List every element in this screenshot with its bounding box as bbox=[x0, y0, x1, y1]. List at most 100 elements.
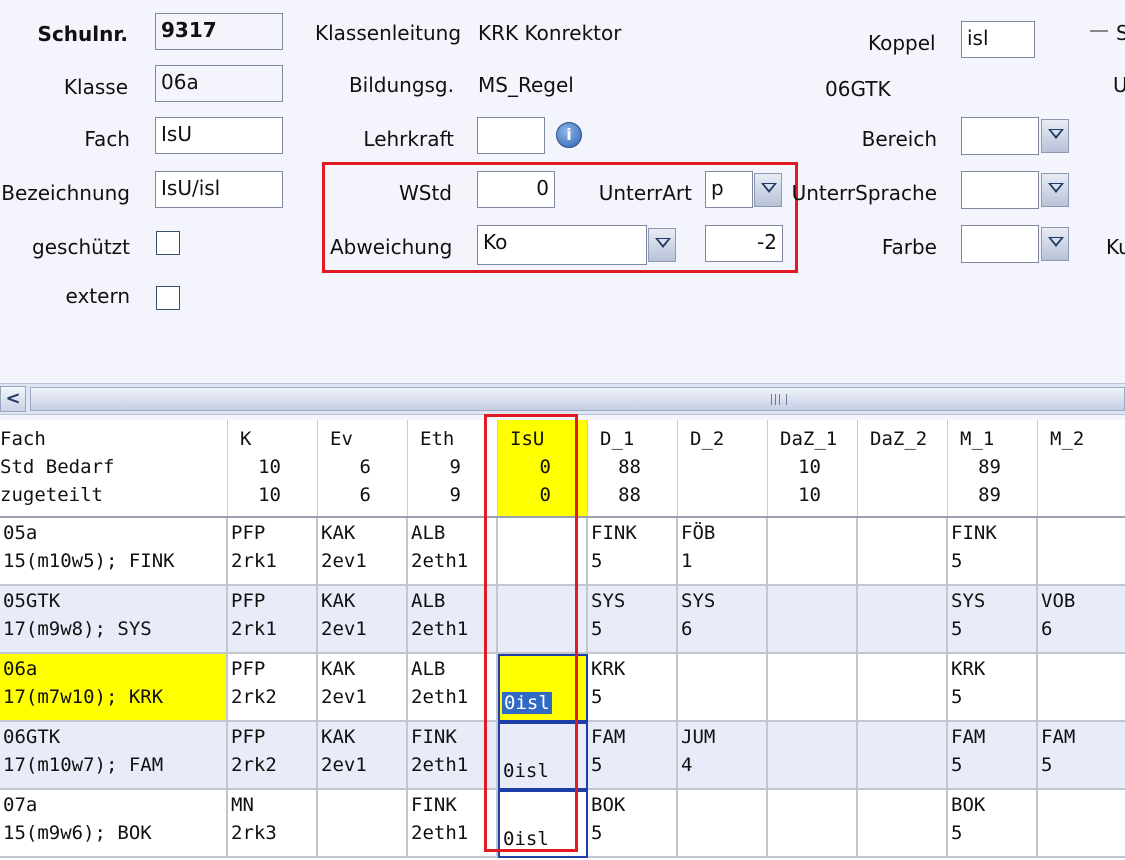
abweichung-select[interactable]: Ko bbox=[477, 225, 647, 265]
column-header-ev[interactable]: Ev 6 6 bbox=[318, 420, 408, 516]
column-zugeteilt: 10 bbox=[798, 484, 821, 506]
info-icon[interactable]: i bbox=[556, 122, 582, 148]
grid-cell[interactable]: KAK 2ev1 bbox=[318, 722, 408, 790]
column-bedarf: 9 bbox=[449, 456, 461, 478]
klassenleitung-value: KRK Konrektor bbox=[478, 21, 622, 45]
row-info: 15(m10w5); FINK bbox=[3, 550, 175, 572]
cell-teacher: SYS bbox=[591, 590, 626, 612]
bereich-select[interactable] bbox=[961, 117, 1039, 155]
koppel-field[interactable]: isl bbox=[961, 21, 1035, 58]
cell-hours: 2eth1 bbox=[411, 754, 469, 776]
fach-field[interactable]: IsU bbox=[155, 117, 283, 154]
farbe-select[interactable] bbox=[961, 225, 1039, 263]
grid-cell[interactable]: SYS 6 bbox=[678, 586, 768, 654]
unterrart-label: UnterrArt bbox=[598, 181, 692, 205]
grid-cell[interactable] bbox=[768, 518, 858, 586]
geschuetzt-checkbox[interactable] bbox=[156, 231, 180, 255]
bereich-dropdown-icon[interactable] bbox=[1041, 119, 1069, 153]
scroll-grip-icon bbox=[771, 394, 787, 405]
grid-cell[interactable]: FAM 5 bbox=[588, 722, 678, 790]
abweichung-dropdown-icon[interactable] bbox=[648, 228, 676, 262]
gtk-text: 06GTK bbox=[825, 77, 891, 101]
grid-cell[interactable] bbox=[768, 654, 858, 722]
row-header-06a[interactable]: 06a 17(m7w10); KRK bbox=[0, 654, 228, 722]
grid-cell[interactable]: PFP 2rk2 bbox=[228, 654, 318, 722]
grid-cell[interactable]: FINK 5 bbox=[588, 518, 678, 586]
unterrsprache-select[interactable] bbox=[961, 171, 1039, 209]
unterrsprache-dropdown-icon[interactable] bbox=[1041, 173, 1069, 207]
column-name: DaZ_2 bbox=[870, 428, 928, 450]
column-header-d_1[interactable]: D_1 88 88 bbox=[588, 420, 678, 516]
grid-cell[interactable] bbox=[858, 790, 948, 858]
grid-cell[interactable]: SYS 5 bbox=[948, 586, 1038, 654]
grid-cell[interactable]: KAK 2ev1 bbox=[318, 586, 408, 654]
row-header-05gtk[interactable]: 05GTK 17(m9w8); SYS bbox=[0, 586, 228, 654]
horizontal-scrollbar[interactable]: < bbox=[0, 383, 1125, 415]
cut-label-u: U bbox=[1113, 73, 1125, 97]
column-header-d_2[interactable]: D_2 bbox=[678, 420, 768, 516]
scroll-left-arrow-icon[interactable]: < bbox=[0, 386, 26, 412]
grid-cell[interactable]: FÖB 1 bbox=[678, 518, 768, 586]
grid-cell[interactable] bbox=[1038, 654, 1125, 722]
schulnr-field[interactable]: 9317 bbox=[155, 13, 283, 50]
column-name: M_1 bbox=[960, 428, 995, 450]
klasse-field[interactable]: 06a bbox=[155, 65, 283, 102]
grid-cell[interactable]: KAK 2ev1 bbox=[318, 518, 408, 586]
header-row-labels: Fach Std Bedarf zugeteilt bbox=[0, 420, 228, 516]
grid-cell[interactable] bbox=[1038, 790, 1125, 858]
grid-cell[interactable] bbox=[858, 654, 948, 722]
unterrart-dropdown-icon[interactable] bbox=[754, 173, 782, 207]
column-header-m_2[interactable]: M_2 bbox=[1038, 420, 1125, 516]
grid-cell[interactable] bbox=[768, 790, 858, 858]
grid-cell[interactable]: BOK 5 bbox=[588, 790, 678, 858]
koppel-label: Koppel bbox=[868, 31, 936, 55]
cell-hours: 5 bbox=[591, 754, 603, 776]
row-header-05a[interactable]: 05a 15(m10w5); FINK bbox=[0, 518, 228, 586]
grid-cell[interactable]: FINK 5 bbox=[948, 518, 1038, 586]
column-name: DaZ_1 bbox=[780, 428, 838, 450]
grid-cell[interactable] bbox=[768, 722, 858, 790]
column-header-daz_1[interactable]: DaZ_1 10 10 bbox=[768, 420, 858, 516]
grid-cell[interactable]: KAK 2ev1 bbox=[318, 654, 408, 722]
grid-cell[interactable] bbox=[768, 586, 858, 654]
farbe-dropdown-icon[interactable] bbox=[1041, 227, 1069, 261]
column-header-m_1[interactable]: M_1 89 89 bbox=[948, 420, 1038, 516]
grid-cell[interactable] bbox=[1038, 518, 1125, 586]
column-zugeteilt: 10 bbox=[258, 484, 281, 506]
grid-cell[interactable]: FAM 5 bbox=[948, 722, 1038, 790]
grid-cell[interactable]: PFP 2rk1 bbox=[228, 586, 318, 654]
grid-cell[interactable]: JUM 4 bbox=[678, 722, 768, 790]
extern-checkbox[interactable] bbox=[156, 286, 180, 310]
row-header-07a[interactable]: 07a 15(m9w6); BOK bbox=[0, 790, 228, 858]
grid-cell[interactable] bbox=[858, 586, 948, 654]
grid-cell[interactable] bbox=[318, 790, 408, 858]
grid-cell[interactable] bbox=[858, 518, 948, 586]
cell-teacher: KAK bbox=[321, 590, 356, 612]
grid-cell[interactable]: PFP 2rk1 bbox=[228, 518, 318, 586]
cell-hours: 2rk1 bbox=[231, 550, 277, 572]
class-subject-grid[interactable]: Fach Std Bedarf zugeteilt K 10 10 Ev 6 6 Eth 9 9 IsU… bbox=[0, 414, 1125, 860]
grid-cell[interactable]: FAM 5 bbox=[1038, 722, 1125, 790]
scroll-thumb[interactable] bbox=[30, 387, 1125, 411]
abweichung-number-field[interactable]: -2 bbox=[705, 225, 783, 262]
grid-cell[interactable]: SYS 5 bbox=[588, 586, 678, 654]
grid-cell[interactable]: MN 2rk3 bbox=[228, 790, 318, 858]
cell-teacher: PFP bbox=[231, 522, 266, 544]
column-bedarf: 10 bbox=[798, 456, 821, 478]
grid-cell[interactable]: VOB 6 bbox=[1038, 586, 1125, 654]
grid-cell[interactable]: KRK 5 bbox=[588, 654, 678, 722]
lehrkraft-field[interactable] bbox=[477, 117, 545, 154]
unterrart-select[interactable]: p bbox=[705, 171, 753, 208]
row-header-06gtk[interactable]: 06GTK 17(m10w7); FAM bbox=[0, 722, 228, 790]
column-header-k[interactable]: K 10 10 bbox=[228, 420, 318, 516]
bezeichnung-field[interactable]: IsU/isl bbox=[155, 171, 283, 208]
column-header-daz_2[interactable]: DaZ_2 bbox=[858, 420, 948, 516]
cell-teacher: SYS bbox=[681, 590, 716, 612]
wstd-field[interactable]: 0 bbox=[477, 171, 555, 208]
grid-cell[interactable] bbox=[678, 790, 768, 858]
grid-cell[interactable] bbox=[858, 722, 948, 790]
grid-cell[interactable] bbox=[678, 654, 768, 722]
grid-cell[interactable]: PFP 2rk2 bbox=[228, 722, 318, 790]
grid-cell[interactable]: BOK 5 bbox=[948, 790, 1038, 858]
grid-cell[interactable]: KRK 5 bbox=[948, 654, 1038, 722]
